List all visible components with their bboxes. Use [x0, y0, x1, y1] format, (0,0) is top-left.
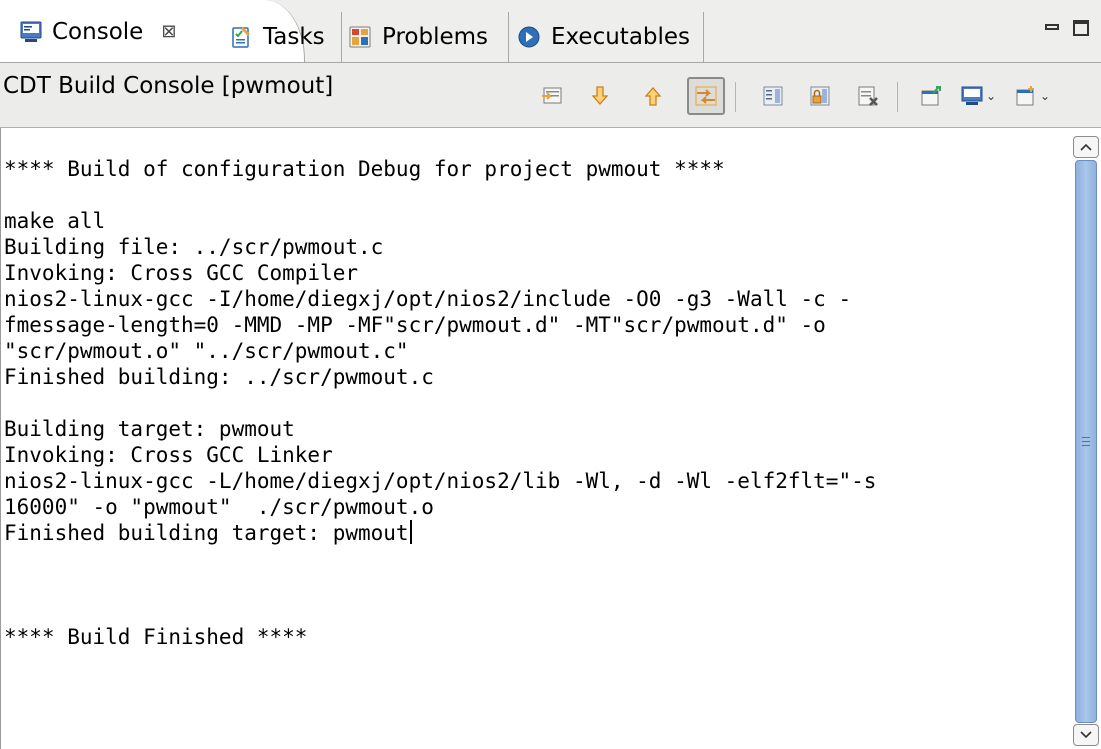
- clear-console-icon[interactable]: [852, 80, 884, 112]
- tab-tasks-label: Tasks: [263, 24, 325, 50]
- close-icon[interactable]: ⊠: [161, 21, 176, 42]
- console-line: Invoking: Cross GCC Linker: [4, 443, 333, 467]
- console-line: Building target: pwmout: [4, 417, 295, 441]
- tasks-icon: [232, 27, 250, 48]
- tab-separator: [341, 12, 342, 62]
- tab-separator: [508, 12, 509, 62]
- open-console-icon[interactable]: [536, 80, 568, 112]
- tab-tasks[interactable]: Tasks: [229, 11, 325, 63]
- new-console-icon[interactable]: ⌄: [1011, 80, 1053, 112]
- maximize-icon[interactable]: [1073, 20, 1089, 36]
- console-line: Building file: ../scr/pwmout.c: [4, 235, 384, 259]
- minimize-icon[interactable]: [1045, 24, 1059, 30]
- console-icon: [20, 21, 42, 42]
- chevron-up-icon: [1080, 143, 1092, 151]
- view-tab-bar: Console ⊠ Tasks Problems Executables: [0, 0, 1101, 65]
- previous-icon[interactable]: [637, 80, 669, 112]
- console-line: "scr/pwmout.o" "../scr/pwmout.c": [4, 339, 409, 363]
- toolbar-separator: [735, 82, 736, 112]
- chevron-down-icon: [1080, 731, 1092, 739]
- view-controls: [1045, 20, 1089, 36]
- console-line: 16000" -o "pwmout" ./scr/pwmout.o: [4, 495, 434, 519]
- tab-separator: [703, 12, 704, 62]
- chevron-down-icon[interactable]: ⌄: [986, 89, 996, 103]
- console-line: nios2-linux-gcc -I/home/diegxj/opt/nios2…: [4, 287, 852, 311]
- tab-problems-label: Problems: [382, 24, 489, 50]
- tab-executables[interactable]: Executables: [517, 11, 690, 63]
- toolbar-separator: [897, 82, 898, 112]
- tab-console-label: Console: [52, 18, 144, 45]
- scroll-down-button[interactable]: [1073, 724, 1099, 746]
- pin-console-icon[interactable]: [915, 80, 947, 112]
- console-line: Finished building: ../scr/pwmout.c: [4, 365, 434, 389]
- console-line: nios2-linux-gcc -L/home/diegxj/opt/nios2…: [4, 469, 877, 493]
- console-line: fmessage-length=0 -MMD -MP -MF"scr/pwmou…: [4, 313, 826, 337]
- scrollbar-thumb[interactable]: [1075, 160, 1097, 723]
- console-line: **** Build of configuration Debug for pr…: [4, 157, 725, 181]
- console-output[interactable]: **** Build of configuration Debug for pr…: [4, 156, 1064, 650]
- tab-executables-label: Executables: [551, 24, 691, 50]
- tab-problems[interactable]: Problems: [348, 11, 488, 63]
- grip-icon: [1082, 437, 1090, 446]
- toolbar-actions: ⌄ ⌄: [0, 77, 1101, 120]
- console-line: make all: [4, 209, 106, 233]
- lock-icon[interactable]: [804, 80, 836, 112]
- vertical-scrollbar[interactable]: [1073, 136, 1099, 746]
- problems-icon: [349, 26, 371, 48]
- link-with-editor-icon[interactable]: [687, 77, 725, 115]
- chevron-down-icon[interactable]: ⌄: [1040, 89, 1050, 103]
- next-icon[interactable]: [584, 80, 616, 112]
- text-cursor: [409, 520, 412, 544]
- console-output-area[interactable]: **** Build of configuration Debug for pr…: [0, 128, 1101, 749]
- scroll-lock-icon[interactable]: [757, 80, 789, 112]
- console-line: **** Build Finished ****: [4, 625, 308, 649]
- scroll-up-button[interactable]: [1073, 136, 1099, 158]
- console-line: Invoking: Cross GCC Compiler: [4, 261, 359, 285]
- display-console-icon[interactable]: ⌄: [957, 80, 999, 112]
- executables-icon: [518, 26, 540, 48]
- console-toolbar: CDT Build Console [pwmout] ⌄ ⌄: [0, 63, 1101, 128]
- console-line: Finished building target: pwmout: [4, 520, 1064, 546]
